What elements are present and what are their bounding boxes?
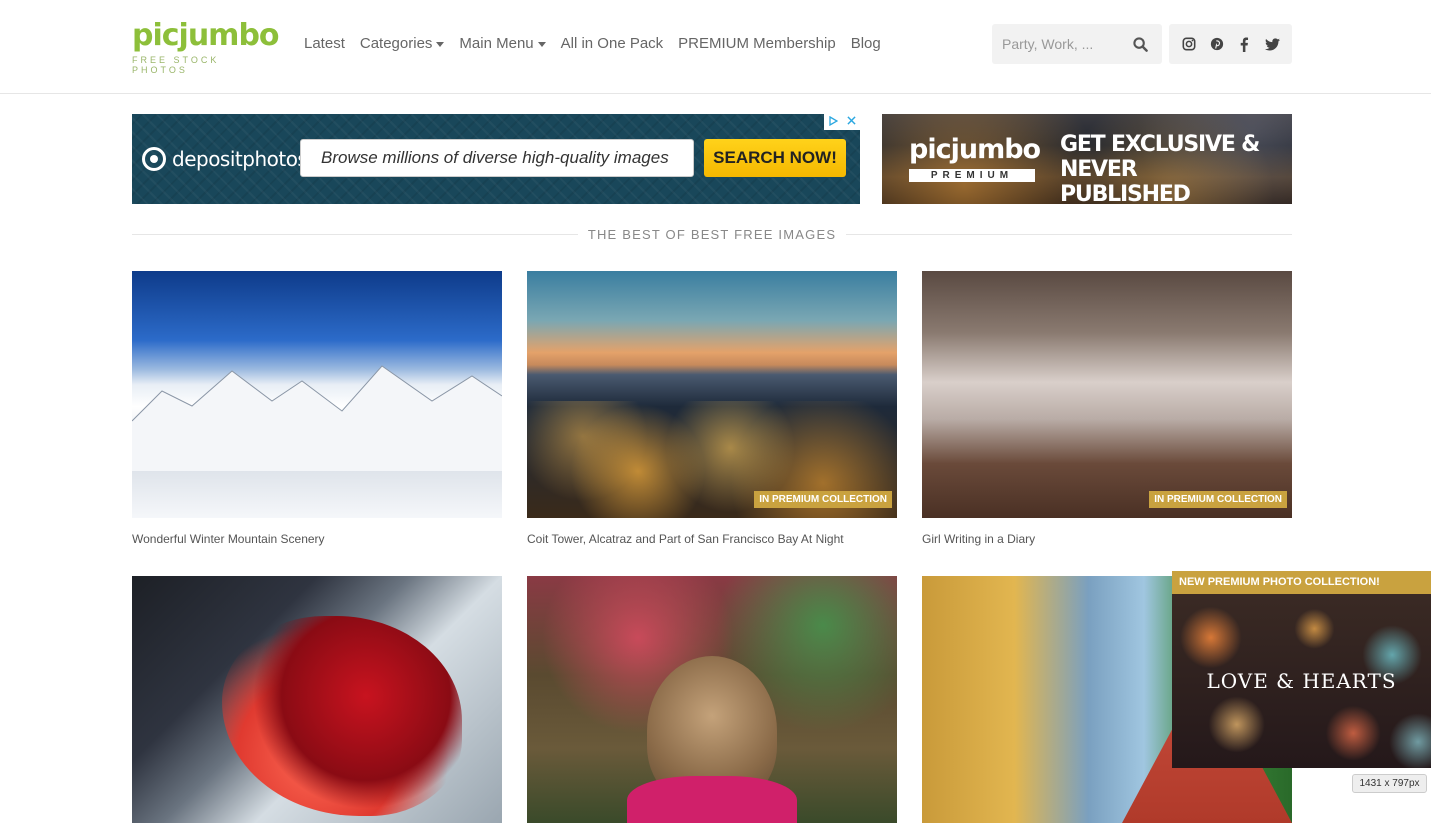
section-heading: THE BEST OF BEST FREE IMAGES	[132, 224, 1293, 244]
nav-all-in-one-pack[interactable]: All in One Pack	[561, 33, 664, 53]
premium-collection-popup[interactable]: NEW PREMIUM PHOTO COLLECTION! LOVE & HEA…	[1172, 571, 1431, 768]
popup-image-text: LOVE & HEARTS	[1206, 669, 1397, 693]
main-nav: Latest Categories Main Menu All in One P…	[304, 33, 896, 53]
girl-shirt	[627, 776, 797, 823]
nav-label: Blog	[850, 34, 881, 52]
photo-card[interactable]: Wonderful Winter Mountain Scenery	[132, 271, 502, 546]
photo-caption[interactable]: Coit Tower, Alcatraz and Part of San Fra…	[527, 532, 897, 546]
popup-title[interactable]: NEW PREMIUM PHOTO COLLECTION!	[1172, 571, 1431, 594]
nav-main-menu[interactable]: Main Menu	[459, 33, 546, 53]
headline-line-2: PUBLISHED PHOTOS!	[1060, 182, 1191, 204]
search-input[interactable]	[992, 24, 1120, 64]
photo-thumbnail[interactable]: IN PREMIUM COLLECTION	[527, 271, 897, 518]
ad-choices[interactable]	[824, 114, 860, 130]
headline-line-1: GET EXCLUSIVE & NEVER	[1060, 132, 1260, 182]
search-icon[interactable]	[1120, 24, 1160, 64]
site-logo[interactable]: picjumbo FREE STOCK PHOTOS	[132, 18, 280, 75]
rose-bouquet	[222, 616, 462, 816]
social-links	[1169, 24, 1292, 64]
twitter-icon[interactable]	[1261, 33, 1283, 55]
caret-down-icon	[436, 41, 445, 47]
picjumbo-premium-ad[interactable]: picjumbo PREMIUM GET EXCLUSIVE & NEVER P…	[882, 114, 1292, 204]
premium-ad-badge: PREMIUM	[909, 169, 1035, 182]
ad-search-field[interactable]: Browse millions of diverse high-quality …	[300, 139, 694, 177]
nav-label: PREMIUM Membership	[678, 34, 836, 52]
search-box	[992, 24, 1162, 64]
logo-wordmark: picjumbo	[132, 18, 280, 53]
divider	[132, 233, 578, 235]
photo-card[interactable]	[527, 576, 897, 823]
premium-ad-brand: picjumbo	[909, 134, 1041, 165]
depositphotos-logo: depositphotos	[142, 147, 308, 171]
dimensions-badge: 1431 x 797px	[1352, 774, 1427, 793]
photo-caption[interactable]: Girl Writing in a Diary	[922, 532, 1292, 546]
premium-collection-badge: IN PREMIUM COLLECTION	[1149, 491, 1287, 508]
nav-categories[interactable]: Categories	[360, 33, 445, 53]
instagram-icon[interactable]	[1178, 33, 1200, 55]
mountain-peaks	[132, 365, 502, 471]
photo-card[interactable]: IN PREMIUM COLLECTION Coit Tower, Alcatr…	[527, 271, 897, 546]
close-icon[interactable]	[847, 116, 856, 128]
divider	[846, 233, 1293, 235]
photo-card[interactable]: IN PREMIUM COLLECTION Girl Writing in a …	[922, 271, 1292, 546]
popup-image[interactable]: LOVE & HEARTS	[1172, 594, 1431, 768]
ad-search-button[interactable]: SEARCH NOW!	[704, 139, 846, 177]
photo-caption[interactable]: Wonderful Winter Mountain Scenery	[132, 532, 502, 546]
nav-label: All in One Pack	[560, 34, 664, 52]
photo-thumbnail[interactable]	[132, 576, 502, 823]
nav-latest[interactable]: Latest	[304, 33, 345, 53]
site-header: picjumbo FREE STOCK PHOTOS Latest Catego…	[0, 0, 1431, 94]
nav-label: Categories	[359, 34, 433, 52]
logo-tagline: FREE STOCK PHOTOS	[132, 55, 220, 75]
depositphotos-logo-icon	[142, 147, 166, 171]
facebook-icon[interactable]	[1233, 33, 1255, 55]
premium-collection-badge: IN PREMIUM COLLECTION	[754, 491, 892, 508]
photo-thumbnail[interactable]	[527, 576, 897, 823]
photo-card[interactable]	[132, 576, 502, 823]
adchoices-icon[interactable]	[828, 115, 839, 129]
section-title: THE BEST OF BEST FREE IMAGES	[587, 226, 837, 242]
nav-label: Main Menu	[459, 34, 534, 52]
depositphotos-brand: depositphotos	[172, 147, 308, 171]
photo-thumbnail[interactable]: IN PREMIUM COLLECTION	[922, 271, 1292, 518]
nav-premium-membership[interactable]: PREMIUM Membership	[678, 33, 836, 53]
pinterest-icon[interactable]	[1206, 33, 1228, 55]
premium-ad-headline: GET EXCLUSIVE & NEVER PUBLISHED PHOTOS!	[1060, 132, 1292, 204]
nav-blog[interactable]: Blog	[851, 33, 881, 53]
nav-label: Latest	[304, 34, 345, 52]
depositphotos-ad[interactable]: depositphotos Browse millions of diverse…	[132, 114, 860, 204]
caret-down-icon	[537, 41, 546, 47]
photo-thumbnail[interactable]	[132, 271, 502, 518]
